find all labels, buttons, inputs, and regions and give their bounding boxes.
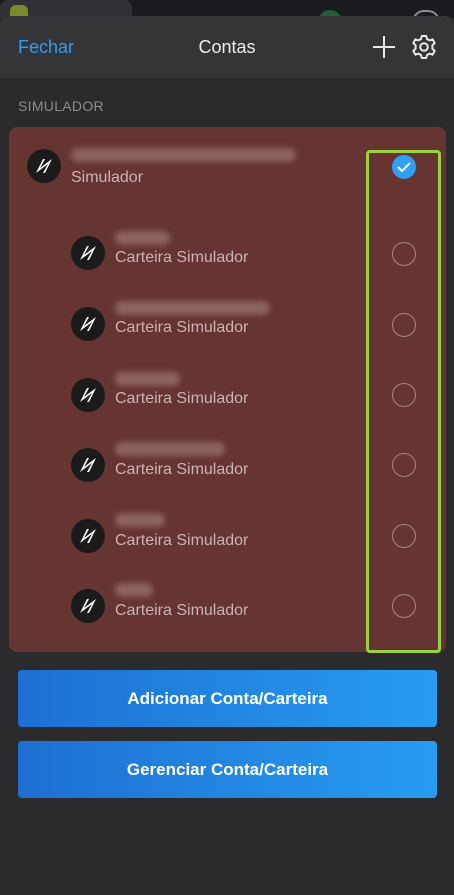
wallet-name-redacted <box>115 372 180 386</box>
plus-icon[interactable] <box>370 33 398 61</box>
wallet-name-redacted <box>115 442 225 456</box>
wallet-subtitle: Carteira Simulador <box>115 249 249 266</box>
wallet-radio[interactable] <box>392 594 416 618</box>
account-row-primary[interactable]: Simulador <box>9 143 446 213</box>
wallet-row[interactable]: Carteira Simulador <box>9 508 446 568</box>
screen: Fechar Contas SIMULADOR Simulador Cartei… <box>0 0 454 895</box>
broker-logo-icon <box>71 307 105 341</box>
accounts-list: Simulador Carteira Simulador Carteira Si… <box>9 127 446 652</box>
account-subtitle: Simulador <box>71 169 144 186</box>
wallet-subtitle: Carteira Simulador <box>115 461 249 478</box>
broker-logo-icon <box>27 149 61 183</box>
add-account-button[interactable]: Adicionar Conta/Carteira <box>18 670 437 727</box>
wallet-name-redacted <box>115 301 270 315</box>
wallet-radio[interactable] <box>392 242 416 266</box>
broker-logo-icon <box>71 378 105 412</box>
broker-logo-icon <box>71 448 105 482</box>
wallet-radio[interactable] <box>392 524 416 548</box>
wallet-row[interactable]: Carteira Simulador <box>9 295 446 355</box>
wallet-name-redacted <box>115 583 153 597</box>
account-name-redacted <box>71 148 296 162</box>
wallet-row[interactable]: Carteira Simulador <box>9 579 446 639</box>
broker-logo-icon <box>71 236 105 270</box>
selected-radio[interactable] <box>392 155 416 179</box>
wallet-subtitle: Carteira Simulador <box>115 532 249 549</box>
wallet-subtitle: Carteira Simulador <box>115 319 249 336</box>
sheet-header: Fechar Contas <box>0 16 454 78</box>
wallet-row[interactable]: Carteira Simulador <box>9 224 446 284</box>
close-button[interactable]: Fechar <box>18 37 74 58</box>
manage-account-button[interactable]: Gerenciar Conta/Carteira <box>18 741 437 798</box>
wallet-name-redacted <box>115 231 170 245</box>
accounts-sheet: Fechar Contas SIMULADOR Simulador Cartei… <box>0 16 454 895</box>
wallet-name-redacted <box>115 513 165 527</box>
broker-logo-icon <box>71 589 105 623</box>
gear-icon[interactable] <box>410 33 438 61</box>
wallet-subtitle: Carteira Simulador <box>115 390 249 407</box>
wallet-subtitle: Carteira Simulador <box>115 602 249 619</box>
broker-logo-icon <box>71 519 105 553</box>
section-label: SIMULADOR <box>18 98 104 114</box>
wallet-row[interactable]: Carteira Simulador <box>9 437 446 497</box>
wallet-radio[interactable] <box>392 383 416 407</box>
wallet-radio[interactable] <box>392 453 416 477</box>
wallet-row[interactable]: Carteira Simulador <box>9 366 446 426</box>
wallet-radio[interactable] <box>392 313 416 337</box>
